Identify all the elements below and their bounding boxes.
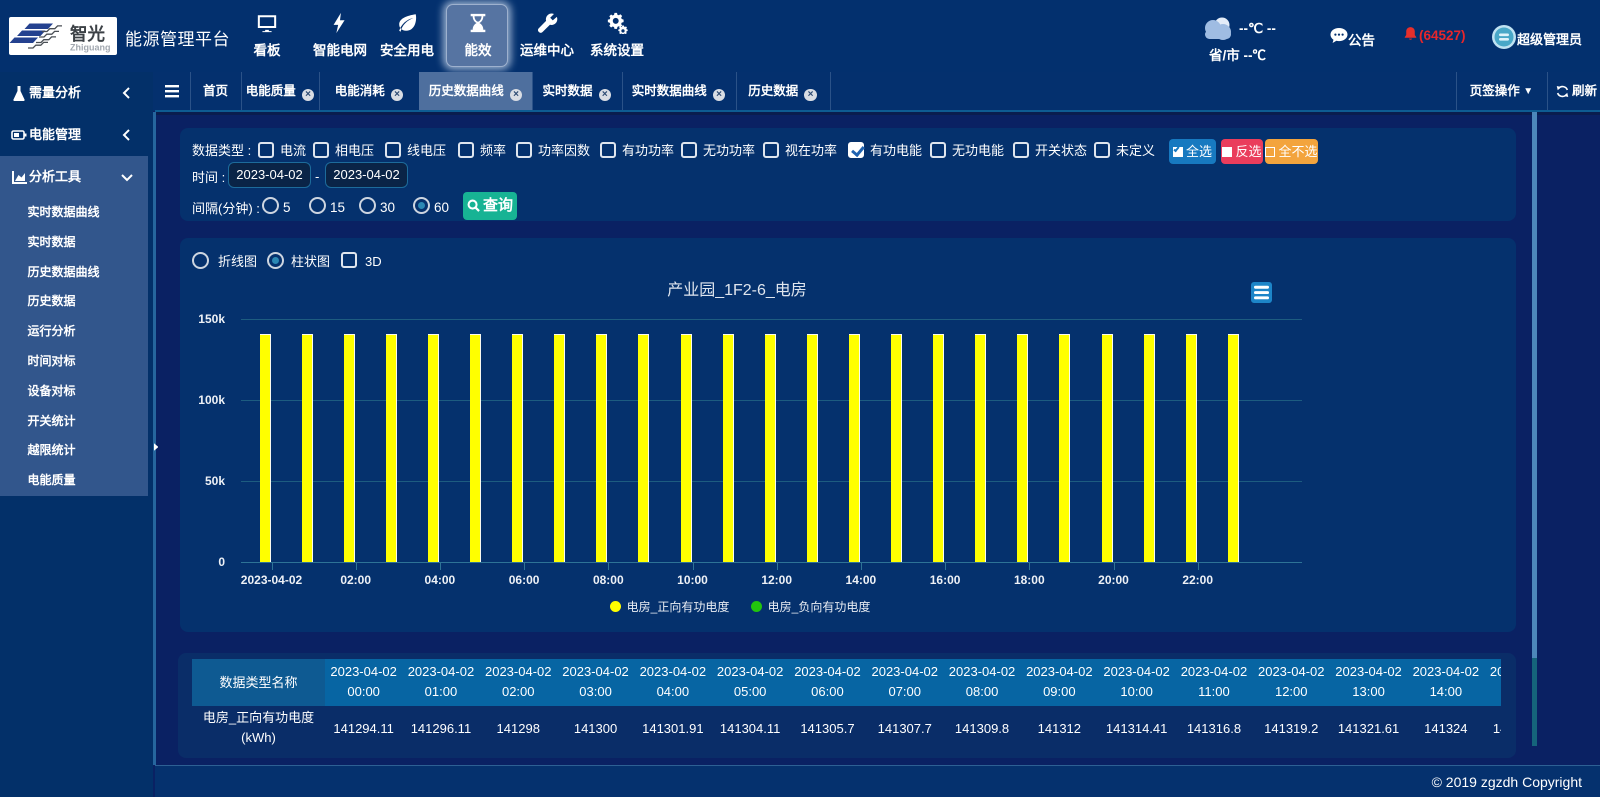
svg-text:Zhiguang: Zhiguang xyxy=(70,43,111,53)
svg-text:智光: 智光 xyxy=(70,24,105,44)
